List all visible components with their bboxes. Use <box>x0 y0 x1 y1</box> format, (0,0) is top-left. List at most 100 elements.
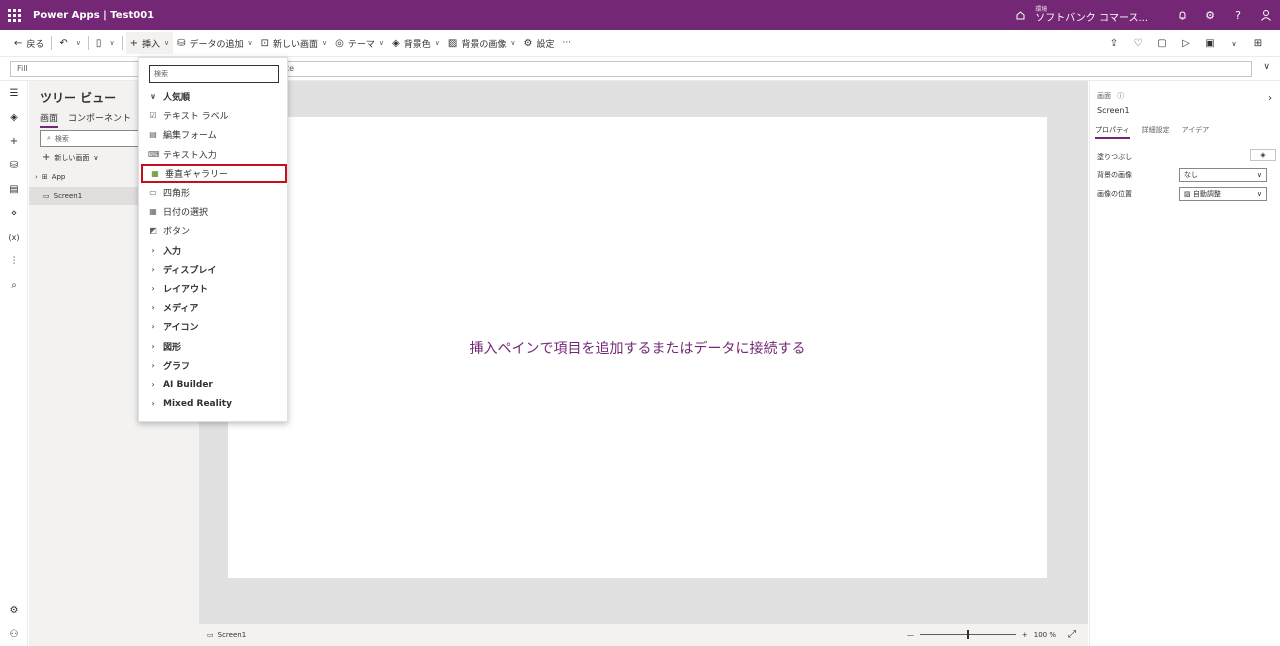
background-image-button[interactable]: ▨ 背景の画像 ∨ <box>444 32 520 54</box>
data-icon[interactable]: ⛁ <box>0 153 28 177</box>
insert-search-input[interactable]: 検索 <box>149 65 279 83</box>
settings-gear-icon[interactable]: ⚙ <box>1196 0 1224 30</box>
settings-gear-icon[interactable]: ⚙ <box>0 598 28 622</box>
add-data-button[interactable]: ⛁ データの追加 ∨ <box>173 32 257 54</box>
notifications-icon[interactable] <box>1168 0 1196 30</box>
insert-menu-label: 編集フォーム <box>163 131 217 142</box>
chevron-down-icon: ∨ <box>75 39 81 47</box>
image-position-dropdown[interactable]: ▨ 自動調整 ∨ <box>1179 187 1267 201</box>
insert-menu-group[interactable]: ∨ 人気順 <box>139 87 289 106</box>
property-dropdown[interactable]: Fill <box>10 61 140 77</box>
tab-components[interactable]: コンポーネント <box>68 111 131 128</box>
media-icon[interactable]: ▤ <box>0 177 28 201</box>
status-screen-label: Screen1 <box>217 631 247 639</box>
insert-button[interactable]: + 挿入 ∨ <box>125 32 174 54</box>
fill-picker-button[interactable]: ◈ <box>1250 149 1276 161</box>
formula-input[interactable]: te <box>280 61 1252 77</box>
tab-advanced[interactable]: 詳細設定 <box>1142 125 1170 139</box>
back-button[interactable]: ← 戻る <box>10 32 48 54</box>
tree-view-icon[interactable]: ◈ <box>0 105 28 129</box>
expand-formula-icon[interactable]: ∨ <box>1263 62 1270 72</box>
insert-menu-item[interactable]: ☑ テキスト ラベル <box>139 106 289 125</box>
background-image-dropdown[interactable]: なし ∨ <box>1179 168 1267 182</box>
share-icon[interactable]: ⇪ <box>1102 38 1126 49</box>
tab-ideas[interactable]: アイデア <box>1182 125 1210 139</box>
chevron-right-icon: › <box>151 264 155 274</box>
more-button[interactable]: ··· <box>558 32 575 54</box>
help-icon[interactable]: ? <box>1224 0 1252 30</box>
variables-icon[interactable]: (x) <box>0 225 28 249</box>
insert-menu-label: レイアウト <box>163 285 209 295</box>
insert-menu-group[interactable]: › AI Builder <box>139 375 289 394</box>
insert-menu-group[interactable]: › ディスプレイ <box>139 260 289 279</box>
image-position-value: 自動調整 <box>1192 190 1221 198</box>
insert-menu-group[interactable]: › 入力 <box>139 241 289 260</box>
insert-menu-group[interactable]: › メディア <box>139 298 289 317</box>
save-icon[interactable]: ▣ <box>1198 38 1222 49</box>
help-circle-icon[interactable]: ⓘ <box>1117 92 1124 100</box>
environment-picker[interactable]: 環境 ソフトバンク コマース... <box>1013 5 1148 24</box>
tab-properties[interactable]: プロパティ <box>1095 125 1130 139</box>
power-automate-icon[interactable]: ⋄ <box>0 201 28 225</box>
fit-to-window-icon[interactable]: ⤢ <box>1068 629 1076 640</box>
theme-button[interactable]: ◎ テーマ ∨ <box>331 32 388 54</box>
screen-selector[interactable]: ▭ Screen1 <box>207 631 246 639</box>
image-icon: ▨ <box>447 37 458 49</box>
empty-screen-hint[interactable]: 挿入ペインで項目を追加するまたはデータに接続する <box>228 338 1047 358</box>
background-color-button[interactable]: ◈ 背景色 ∨ <box>388 32 444 54</box>
environment-label: 環境 <box>1035 5 1048 13</box>
virtual-agent-icon[interactable]: ⚇ <box>0 622 28 646</box>
app-checker-icon[interactable]: ♡ <box>1126 38 1150 49</box>
insert-menu-label: ディスプレイ <box>163 265 217 276</box>
insert-menu-item[interactable]: ▭ 四角形 <box>139 183 289 202</box>
insert-menu-item[interactable]: ▦ 日付の選択 <box>139 202 289 221</box>
zoom-slider-thumb[interactable] <box>966 630 969 639</box>
database-icon: ⛁ <box>177 37 186 49</box>
tree-item-screen1[interactable]: ▭ Screen1 <box>29 187 139 205</box>
new-screen-icon: ⊡ <box>260 37 270 49</box>
zoom-slider[interactable] <box>919 630 1016 639</box>
chevron-down-icon: ∨ <box>163 39 170 47</box>
account-icon[interactable] <box>1252 0 1280 30</box>
new-screen-button[interactable]: + 新しい画面 ∨ <box>42 152 99 163</box>
advanced-tools-icon[interactable]: ⫶ <box>0 249 28 273</box>
insert-menu-group[interactable]: › 図形 <box>139 337 289 356</box>
insert-menu-label: AI Builder <box>163 379 213 390</box>
screen-canvas[interactable]: 挿入ペインで項目を追加するまたはデータに接続する <box>228 117 1047 578</box>
insert-menu-group[interactable]: › レイアウト <box>139 279 289 298</box>
insert-menu-item[interactable]: ◩ ボタン <box>139 221 289 240</box>
hamburger-menu-icon[interactable]: ☰ <box>0 81 28 105</box>
search-icon[interactable]: ⌕ <box>0 273 28 297</box>
paste-button[interactable]: ▯ ∨ <box>92 32 119 54</box>
zoom-out-button[interactable]: — <box>907 631 914 639</box>
chevron-right-icon: › <box>151 380 155 389</box>
zoom-level: 100 % <box>1033 630 1056 639</box>
insert-menu-group[interactable]: › Mixed Reality <box>139 394 289 413</box>
insert-menu-item[interactable]: ▦ 垂直ギャラリー <box>141 163 287 183</box>
chevron-down-icon: ∨ <box>1256 190 1262 198</box>
insert-menu-item[interactable]: ⌨ テキスト入力 <box>139 145 289 164</box>
fill-row: 塗りつぶし <box>1097 150 1275 164</box>
insert-menu-group[interactable]: › グラフ <box>139 356 289 375</box>
insert-plus-icon[interactable]: + <box>0 129 28 153</box>
environment-name: ソフトバンク コマース... <box>1035 12 1148 24</box>
tree-item-app[interactable]: › ⊞ App <box>29 168 139 186</box>
divider <box>87 36 89 50</box>
tab-screens[interactable]: 画面 <box>40 111 59 128</box>
insert-menu-group[interactable]: › アイコン <box>139 317 289 336</box>
insert-menu-label: テキスト入力 <box>163 150 217 161</box>
publish-icon[interactable]: ⊞ <box>1246 38 1270 49</box>
chevron-down-icon: ∨ <box>93 153 99 162</box>
chevron-right-icon[interactable]: › <box>1268 93 1272 104</box>
settings-button[interactable]: ⚙ 設定 <box>519 32 558 54</box>
insert-menu-item[interactable]: ▤ 編集フォーム <box>139 125 289 144</box>
zoom-in-button[interactable]: + <box>1022 631 1028 639</box>
tree-search-input[interactable]: ⌕ 検索 <box>40 130 140 147</box>
comments-icon[interactable]: ▢ <box>1150 38 1174 49</box>
app-launcher-button[interactable] <box>0 0 28 30</box>
new-screen-button[interactable]: ⊡ 新しい画面 ∨ <box>257 32 332 54</box>
undo-button[interactable]: ↶ ∨ <box>55 32 85 54</box>
play-icon[interactable]: ▷ <box>1174 38 1198 49</box>
chevron-right-icon: › <box>151 322 155 332</box>
save-chevron-icon[interactable]: ∨ <box>1222 40 1246 48</box>
